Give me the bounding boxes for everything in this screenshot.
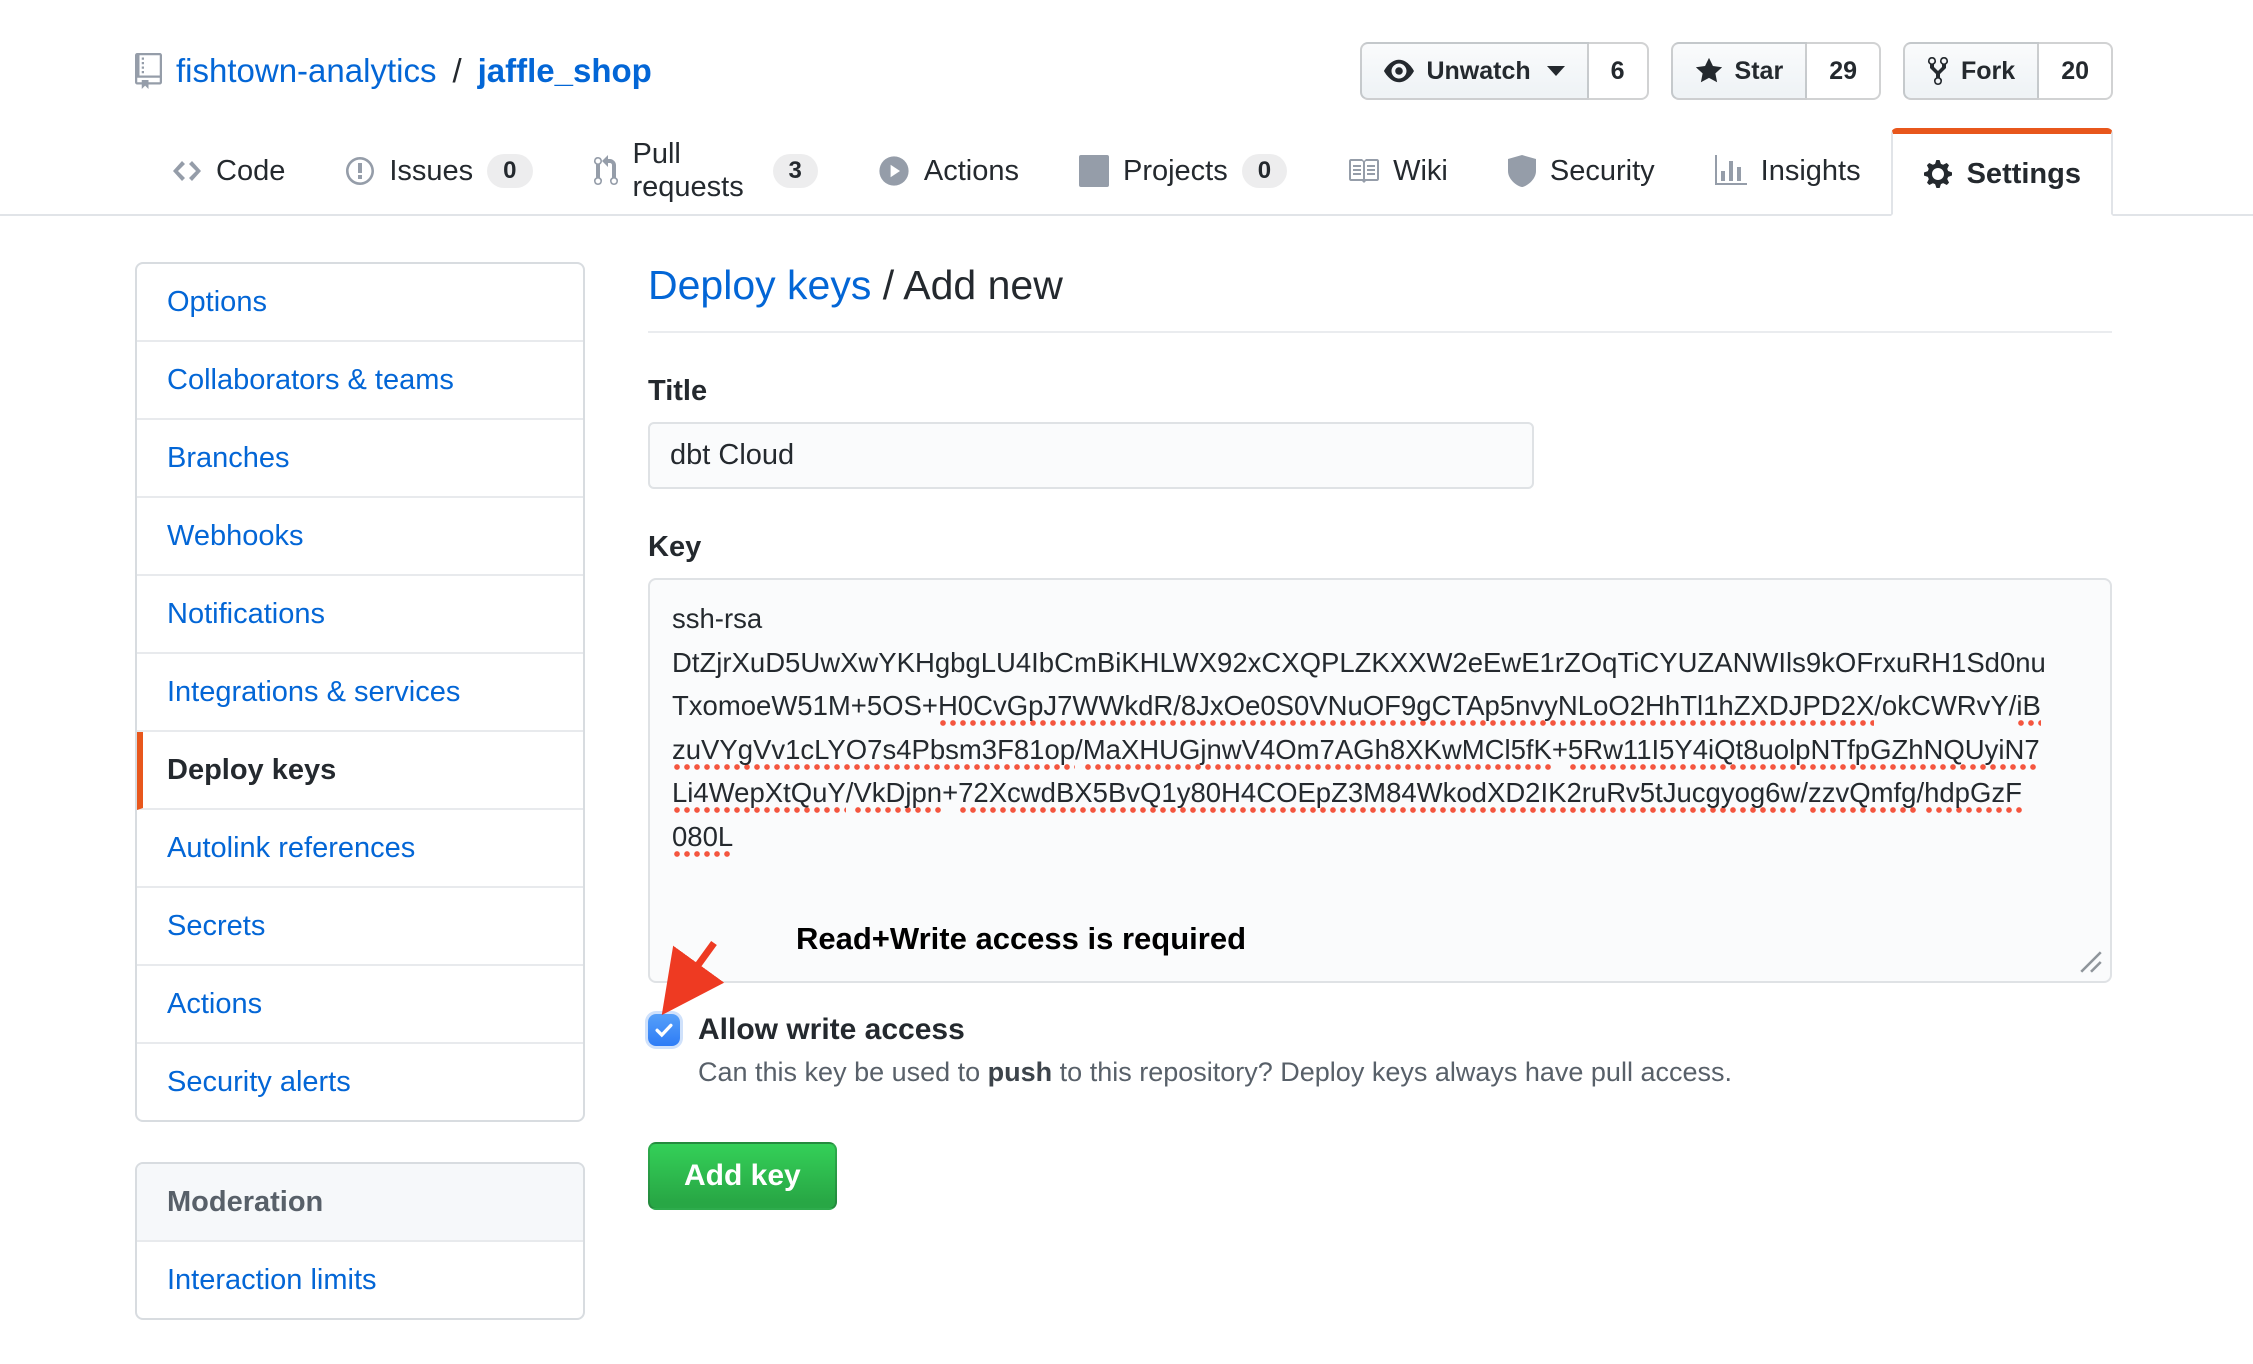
moderation-menu: Moderation Interaction limits <box>135 1162 585 1320</box>
title-group: Title <box>648 375 2112 489</box>
star-icon <box>1695 56 1723 86</box>
unwatch-button[interactable]: Unwatch <box>1360 42 1588 100</box>
key-text-line: DtZjrXuD5UwXwYKHgbgLU4IbCmBiKHLWX92xCXQP… <box>672 641 2088 685</box>
issue-opened-icon <box>345 155 375 187</box>
tab-counter: 3 <box>773 154 818 188</box>
tab-label: Issues <box>389 155 473 188</box>
title-label: Title <box>648 375 2112 408</box>
tab-label: Wiki <box>1393 155 1448 188</box>
breadcrumb-separator: / <box>450 52 463 90</box>
deploy-keys-main: Deploy keys / Add new Title Key ssh-rsaD… <box>648 262 2112 1320</box>
write-access-row: Allow write access <box>648 1013 2112 1047</box>
code-icon <box>172 155 202 187</box>
tab-counter: 0 <box>487 154 532 188</box>
deploy-keys-link[interactable]: Deploy keys <box>648 262 871 308</box>
repo-forked-icon <box>1927 55 1949 87</box>
star-button-group: Star 29 <box>1671 42 1881 100</box>
settings-menu: OptionsCollaborators & teamsBranchesWebh… <box>135 262 585 1122</box>
check-icon <box>653 1019 675 1041</box>
sidebar-item-notifications[interactable]: Notifications <box>137 576 583 654</box>
pagehead-actions: Unwatch 6 Star 29 Fork 20 <box>1360 42 2113 100</box>
settings-content: OptionsCollaborators & teamsBranchesWebh… <box>0 216 2253 1320</box>
resize-handle-icon[interactable] <box>2078 949 2104 975</box>
shield-icon <box>1508 155 1536 187</box>
repo-nav: Code Issues 0 Pull requests 3 Actions Projects… <box>0 128 2253 216</box>
breadcrumb: fishtown-analytics / jaffle_shop <box>135 52 652 90</box>
key-text-line: ssh-rsa <box>672 597 2088 641</box>
sidebar-item-collaborators-teams[interactable]: Collaborators & teams <box>137 342 583 420</box>
repo-icon <box>135 53 162 89</box>
tab-label: Security <box>1550 155 1655 188</box>
book-icon <box>1347 155 1379 187</box>
tab-label: Actions <box>924 155 1019 188</box>
tab-counter: 0 <box>1242 154 1287 188</box>
tab-label: Settings <box>1967 158 2081 191</box>
fork-button-group: Fork 20 <box>1903 42 2113 100</box>
sidebar-item-autolink-references[interactable]: Autolink references <box>137 810 583 888</box>
key-text-line: Li4WepXtQuY/VkDjpn+72XcwdBX5BvQ1y80H4COE… <box>672 771 2088 815</box>
sidebar-item-options[interactable]: Options <box>137 264 583 342</box>
tab-code[interactable]: Code <box>142 128 315 214</box>
gear-icon <box>1923 158 1953 190</box>
allow-write-access-checkbox[interactable] <box>648 1014 680 1046</box>
tab-settings[interactable]: Settings <box>1891 128 2113 216</box>
star-button[interactable]: Star <box>1671 42 1808 100</box>
allow-write-access-label[interactable]: Allow write access <box>698 1013 965 1047</box>
tab-label: Code <box>216 155 285 188</box>
sidebar-item-security-alerts[interactable]: Security alerts <box>137 1044 583 1120</box>
watchers-count[interactable]: 6 <box>1589 42 1649 100</box>
tab-insights[interactable]: Insights <box>1685 128 1891 214</box>
eye-icon <box>1384 56 1414 86</box>
graph-icon <box>1715 155 1747 187</box>
fork-button[interactable]: Fork <box>1903 42 2039 100</box>
sidebar-item-webhooks[interactable]: Webhooks <box>137 498 583 576</box>
project-icon <box>1079 155 1109 187</box>
key-label: Key <box>648 531 2112 564</box>
key-text-line: zuVYgVv1cLYO7s4Pbsm3F81op/MaXHUGjnwV4Om7… <box>672 728 2088 772</box>
tab-label: Insights <box>1761 155 1861 188</box>
subhead-current: Add new <box>903 262 1063 308</box>
stargazers-count[interactable]: 29 <box>1807 42 1881 100</box>
git-pull-request-icon <box>593 155 619 187</box>
play-icon <box>878 155 910 187</box>
write-access-help: Can this key be used to push to this rep… <box>698 1057 2112 1088</box>
sidebar-item-actions[interactable]: Actions <box>137 966 583 1044</box>
tab-projects[interactable]: Projects 0 <box>1049 128 1317 214</box>
sidebar-item-deploy-keys[interactable]: Deploy keys <box>137 732 583 810</box>
sidebar-item-secrets[interactable]: Secrets <box>137 888 583 966</box>
tab-actions[interactable]: Actions <box>848 128 1049 214</box>
tab-label: Projects <box>1123 155 1228 188</box>
tab-issues[interactable]: Issues 0 <box>315 128 562 214</box>
write-access-block: Read+Write access is required Allow writ… <box>648 1013 2112 1088</box>
page-title: Deploy keys / Add new <box>648 262 2112 333</box>
annotation-text: Read+Write access is required <box>796 921 1246 957</box>
add-key-button[interactable]: Add key <box>648 1142 837 1210</box>
moderation-heading: Moderation <box>137 1164 583 1242</box>
tab-pull-requests[interactable]: Pull requests 3 <box>563 128 848 214</box>
watch-button-group: Unwatch 6 <box>1360 42 1648 100</box>
chevron-down-icon <box>1547 66 1565 76</box>
tab-wiki[interactable]: Wiki <box>1317 128 1478 214</box>
repo-name-link[interactable]: jaffle_shop <box>478 52 652 90</box>
forks-count[interactable]: 20 <box>2039 42 2113 100</box>
tab-security[interactable]: Security <box>1478 128 1685 214</box>
title-input[interactable] <box>648 422 1534 489</box>
settings-sidebar: OptionsCollaborators & teamsBranchesWebh… <box>135 262 585 1320</box>
key-group: Key ssh-rsaDtZjrXuD5UwXwYKHgbgLU4IbCmBiK… <box>648 531 2112 983</box>
sidebar-item-interaction-limits[interactable]: Interaction limits <box>137 1242 583 1318</box>
sidebar-item-branches[interactable]: Branches <box>137 420 583 498</box>
subhead-separator: / <box>871 262 903 308</box>
repo-owner-link[interactable]: fishtown-analytics <box>176 52 436 90</box>
sidebar-item-integrations-services[interactable]: Integrations & services <box>137 654 583 732</box>
key-text-line: 080L <box>672 815 2088 859</box>
tab-label: Pull requests <box>633 138 759 204</box>
key-text-line: TxomoeW51M+5OS+H0CvGpJ7WWkdR/8JxOe0S0VNu… <box>672 684 2088 728</box>
repo-header: fishtown-analytics / jaffle_shop Unwatch… <box>0 0 2253 100</box>
